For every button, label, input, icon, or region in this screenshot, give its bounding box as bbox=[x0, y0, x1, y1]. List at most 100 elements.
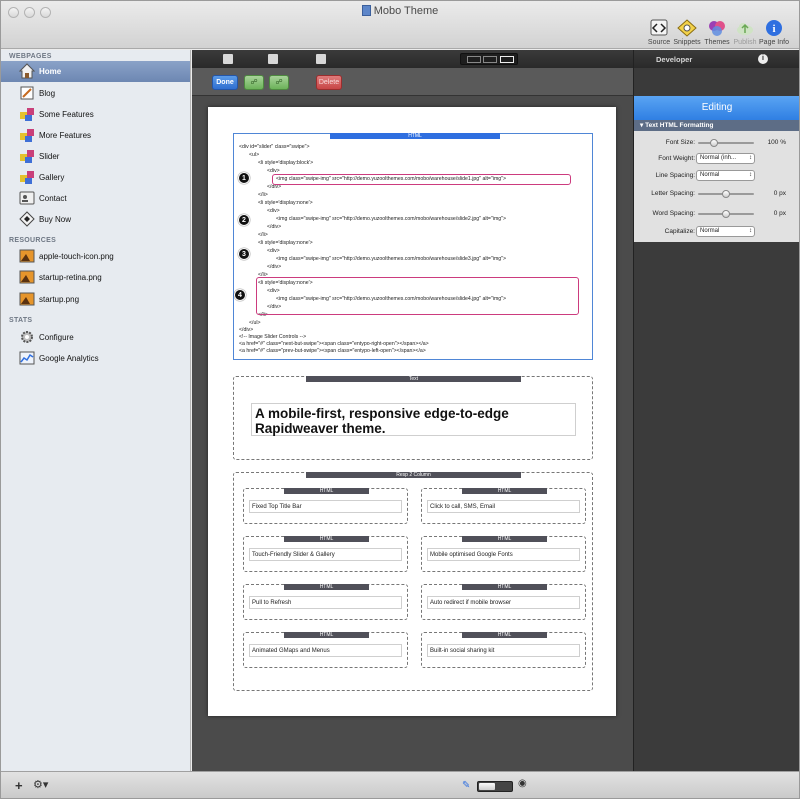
text-stack-tab[interactable]: Text bbox=[306, 376, 521, 382]
add-page-button[interactable]: + bbox=[15, 778, 23, 793]
source-button[interactable]: Source bbox=[644, 19, 674, 46]
html-tab[interactable]: HTML bbox=[462, 536, 547, 542]
sidebar-item-buy-now[interactable]: Buy Now bbox=[1, 209, 190, 230]
sidebar-item-slider[interactable]: Slider bbox=[1, 146, 190, 167]
text-stack[interactable]: Text A mobile-first, responsive edge-to-… bbox=[233, 376, 593, 460]
info-icon[interactable]: i bbox=[758, 54, 768, 64]
html-tab[interactable]: HTML bbox=[284, 488, 369, 494]
gear-menu-button[interactable]: ⚙▾ bbox=[33, 778, 48, 791]
layout-icon[interactable] bbox=[268, 54, 278, 64]
column-text[interactable]: Click to call, SMS, Email bbox=[427, 500, 580, 513]
sidebar-item-startup-retina[interactable]: startup-retina.png bbox=[1, 267, 190, 288]
column-html-box[interactable]: HTML Touch-Friendly Slider & Gallery bbox=[243, 536, 408, 572]
sidebar-item-startup[interactable]: startup.png bbox=[1, 289, 190, 310]
html-stack-tab[interactable]: HTML bbox=[330, 133, 500, 139]
word-spacing-slider[interactable] bbox=[698, 210, 754, 218]
column-html-box[interactable]: HTML Auto redirect if mobile browser bbox=[421, 584, 586, 620]
callout-number: 3 bbox=[238, 248, 250, 260]
highlight-slide4-item bbox=[256, 277, 579, 315]
font-size-row: Font Size: 100 % bbox=[665, 139, 786, 147]
view-mode-split-icon[interactable] bbox=[467, 56, 481, 63]
unlink-button[interactable]: ☍ bbox=[269, 75, 289, 90]
page-info-button[interactable]: i Page Info bbox=[759, 19, 789, 46]
code-line: <li style='display:none'> bbox=[258, 240, 313, 246]
preview-eye-icon[interactable]: ◉ bbox=[518, 778, 527, 789]
column-html-box[interactable]: HTML Built-in social sharing kit bbox=[421, 632, 586, 668]
column-text[interactable]: Auto redirect if mobile browser bbox=[427, 596, 580, 609]
info-icon: i bbox=[766, 20, 782, 36]
publish-button[interactable]: Publish bbox=[730, 19, 760, 46]
code-line: <a href="#" class="next-but-swipe"><span… bbox=[239, 341, 429, 347]
font-weight-row: Font Weight: Normal (inh... bbox=[634, 153, 799, 165]
column-html-box[interactable]: HTML Pull to Refresh bbox=[243, 584, 408, 620]
column-text[interactable]: Pull to Refresh bbox=[249, 596, 402, 609]
capitalize-select[interactable]: Normal bbox=[696, 226, 755, 237]
image-file-icon bbox=[19, 249, 35, 263]
column-text[interactable]: Fixed Top Title Bar bbox=[249, 500, 402, 513]
image-file-icon bbox=[19, 270, 35, 284]
link-button[interactable]: ☍ bbox=[244, 75, 264, 90]
view-mode-switch[interactable] bbox=[460, 53, 518, 65]
resp-2-column-tab[interactable]: Resp 2 Column bbox=[306, 472, 521, 478]
html-tab[interactable]: HTML bbox=[462, 584, 547, 590]
text-content-area[interactable]: A mobile-first, responsive edge-to-edge … bbox=[251, 403, 576, 436]
themes-button[interactable]: Themes bbox=[702, 19, 732, 46]
document-icon bbox=[361, 5, 371, 16]
done-button[interactable]: Done bbox=[212, 75, 238, 90]
html-tab[interactable]: HTML bbox=[284, 584, 369, 590]
slider-knob[interactable] bbox=[710, 139, 718, 147]
image-icon[interactable] bbox=[316, 54, 326, 64]
html-tab[interactable]: HTML bbox=[284, 632, 369, 638]
column-html-box[interactable]: HTML Fixed Top Title Bar bbox=[243, 488, 408, 524]
sidebar-item-configure[interactable]: Configure bbox=[1, 327, 190, 348]
edit-preview-toggle[interactable] bbox=[477, 781, 513, 792]
html-tab[interactable]: HTML bbox=[284, 536, 369, 542]
column-text[interactable]: Animated GMaps and Menus bbox=[249, 644, 402, 657]
callout-number: 2 bbox=[238, 214, 250, 226]
slider-knob[interactable] bbox=[722, 210, 730, 218]
sidebar-item-blog[interactable]: Blog bbox=[1, 83, 190, 104]
font-weight-select[interactable]: Normal (inh... bbox=[696, 153, 755, 164]
stats-header: STATS bbox=[9, 317, 33, 324]
app-window: Mobo Theme Source Snippets Themes Publis… bbox=[0, 0, 800, 799]
edit-mode-pencil-icon[interactable]: ✎ bbox=[462, 780, 470, 791]
home-icon bbox=[19, 63, 35, 79]
sidebar-item-contact[interactable]: Contact bbox=[1, 188, 190, 209]
sidebar-item-more-features[interactable]: More Features bbox=[1, 125, 190, 146]
sidebar-item-google-analytics[interactable]: Google Analytics bbox=[1, 348, 190, 369]
delete-button[interactable]: Delete bbox=[316, 75, 342, 90]
sidebar-item-home[interactable]: Home bbox=[1, 61, 190, 82]
text-html-formatting-section[interactable]: ▾ Text HTML Formatting bbox=[634, 120, 799, 131]
highlight-slide1 bbox=[272, 174, 571, 185]
inspector-header: Developer i bbox=[634, 50, 799, 68]
sidebar-item-some-features[interactable]: Some Features bbox=[1, 104, 190, 125]
headline-text: A mobile-first, responsive edge-to-edge … bbox=[255, 406, 509, 436]
html-tab[interactable]: HTML bbox=[462, 488, 547, 494]
font-size-slider[interactable] bbox=[698, 139, 754, 147]
sidebar-item-apple-touch-icon[interactable]: apple-touch-icon.png bbox=[1, 246, 190, 267]
column-text[interactable]: Mobile optimised Google Fonts bbox=[427, 548, 580, 561]
line-spacing-select[interactable]: Normal bbox=[696, 170, 755, 181]
code-line: <li style='display:none'> bbox=[258, 200, 313, 206]
view-mode-narrow-icon[interactable] bbox=[483, 56, 497, 63]
toggle-knob[interactable] bbox=[479, 783, 495, 790]
letter-spacing-slider[interactable] bbox=[698, 190, 754, 198]
webpages-header: WEBPAGES bbox=[9, 53, 52, 60]
column-text[interactable]: Built-in social sharing kit bbox=[427, 644, 580, 657]
html-stack[interactable]: HTML <div id="slider" class="swipe"> <ul… bbox=[233, 133, 593, 360]
column-html-box[interactable]: HTML Click to call, SMS, Email bbox=[421, 488, 586, 524]
column-html-box[interactable]: HTML Mobile optimised Google Fonts bbox=[421, 536, 586, 572]
sidebar-item-gallery[interactable]: Gallery bbox=[1, 167, 190, 188]
capitalize-row: Capitalize: Normal bbox=[634, 226, 799, 238]
inspector-tabbar bbox=[634, 68, 799, 96]
slider-knob[interactable] bbox=[722, 190, 730, 198]
view-mode-full-icon[interactable] bbox=[500, 56, 514, 63]
insert-element-icon[interactable] bbox=[223, 54, 233, 64]
resp-2-column-stack[interactable]: Resp 2 Column HTML Fixed Top Title Bar H… bbox=[233, 472, 593, 691]
snippets-button[interactable]: Snippets bbox=[672, 19, 702, 46]
column-html-box[interactable]: HTML Animated GMaps and Menus bbox=[243, 632, 408, 668]
unlink-icon: ☍ bbox=[275, 79, 283, 86]
resources-header: RESOURCES bbox=[9, 237, 57, 244]
column-text[interactable]: Touch-Friendly Slider & Gallery bbox=[249, 548, 402, 561]
html-tab[interactable]: HTML bbox=[462, 632, 547, 638]
